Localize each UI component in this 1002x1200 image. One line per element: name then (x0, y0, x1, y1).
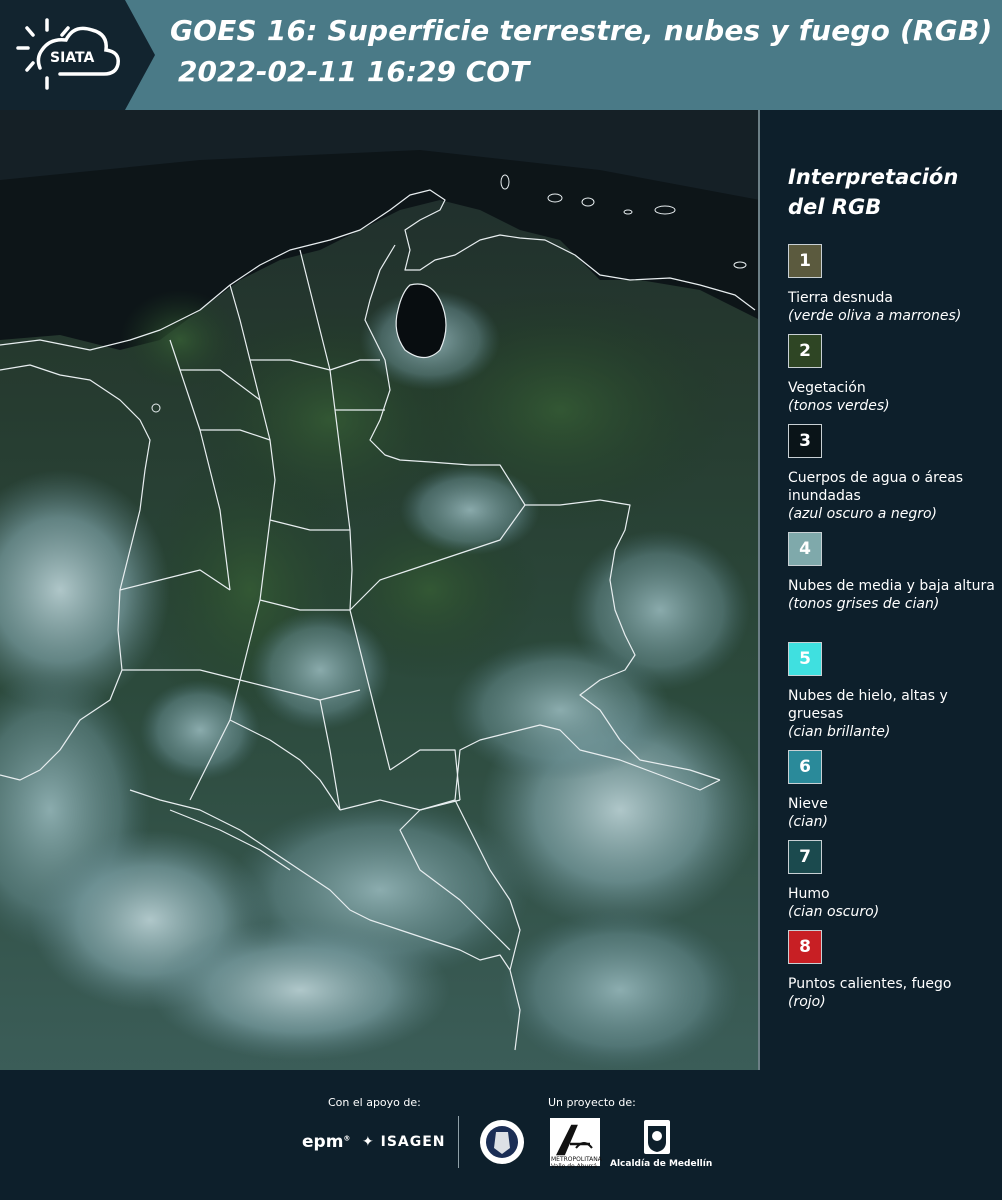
legend-note: (cian oscuro) (788, 904, 880, 920)
legend-number: 8 (799, 937, 811, 957)
epm-logo-text: epm (302, 1132, 344, 1152)
legend-note: (cian) (788, 814, 828, 830)
satellite-map[interactable] (0, 110, 760, 1070)
legend-item-bare-soil: 1 Tierra desnuda (verde oliva a marrones… (788, 244, 998, 325)
legend-swatch: 5 (788, 642, 822, 676)
legend-number: 7 (799, 847, 811, 867)
legend-swatch: 6 (788, 750, 822, 784)
legend-number: 5 (799, 649, 811, 669)
legend-label: Nieve (788, 796, 828, 812)
legend-number: 6 (799, 757, 811, 777)
legend-note: (azul oscuro a negro) (788, 506, 937, 522)
epm-logo: epm® (302, 1132, 351, 1152)
legend-number: 2 (799, 341, 811, 361)
legend-swatch: 3 (788, 424, 822, 458)
support-label: Con el apoyo de: (328, 1096, 421, 1109)
legend-label: Cuerpos de agua o áreas inundadas (788, 470, 964, 504)
legend-title: Interpretación del RGB (788, 165, 959, 219)
page-title: GOES 16: Superficie terrestre, nubes y f… (170, 14, 993, 47)
header-bar: SIATA GOES 16: Superficie terrestre, nub… (0, 0, 1002, 110)
legend-item-snow: 6 Nieve (cian) (788, 750, 998, 831)
legend-label: Nubes de media y baja altura (788, 578, 995, 594)
legend-label: Humo (788, 886, 830, 902)
legend-item-low-clouds: 4 Nubes de media y baja altura (tonos gr… (788, 532, 998, 613)
isagen-star-icon: ✦ (362, 1134, 381, 1150)
legend-note: (tonos grises de cian) (788, 596, 940, 612)
legend-label: Vegetación (788, 380, 866, 396)
medellin-text: Alcaldía de Medellín (610, 1159, 713, 1169)
legend-swatch: 1 (788, 244, 822, 278)
isagen-logo: ✦ ISAGEN (362, 1134, 446, 1150)
footer: Con el apoyo de: Un proyecto de: epm® ✦ … (0, 1070, 1002, 1200)
legend-item-water: 3 Cuerpos de agua o áreas inundadas (azu… (788, 424, 998, 523)
legend-item-fire: 8 Puntos calientes, fuego (rojo) (788, 930, 998, 1011)
legend-swatch: 2 (788, 334, 822, 368)
isagen-logo-text: ISAGEN (380, 1134, 446, 1150)
legend-note: (cian brillante) (788, 724, 891, 740)
siata-logo-text: SIATA (50, 50, 95, 66)
amva-text: METROPOLITANA Valle de Aburrá (551, 1156, 602, 1170)
legend-label: Puntos calientes, fuego (788, 976, 952, 992)
legend-note: (rojo) (788, 994, 826, 1010)
project-label: Un proyecto de: (548, 1096, 636, 1109)
legend-item-vegetation: 2 Vegetación (tonos verdes) (788, 334, 998, 415)
legend-number: 3 (799, 431, 811, 451)
seal-logo (480, 1120, 524, 1164)
legend-item-smoke: 7 Humo (cian oscuro) (788, 840, 998, 921)
legend-swatch: 7 (788, 840, 822, 874)
legend-swatch: 8 (788, 930, 822, 964)
legend-note: (tonos verdes) (788, 398, 890, 414)
legend-note: (verde oliva a marrones) (788, 308, 962, 324)
legend-label: Tierra desnuda (788, 290, 893, 306)
legend-label: Nubes de hielo, altas y gruesas (788, 688, 948, 722)
legend-number: 1 (799, 251, 811, 271)
legend-item-ice-clouds: 5 Nubes de hielo, altas y gruesas (cian … (788, 642, 998, 741)
footer-divider (458, 1116, 459, 1168)
legend-number: 4 (799, 539, 811, 559)
siata-logo: SIATA (0, 0, 155, 110)
legend-swatch: 4 (788, 532, 822, 566)
page-timestamp: 2022-02-11 16:29 COT (178, 55, 530, 88)
legend-panel: Interpretación del RGB 1 Tierra desnuda … (762, 110, 1002, 1070)
